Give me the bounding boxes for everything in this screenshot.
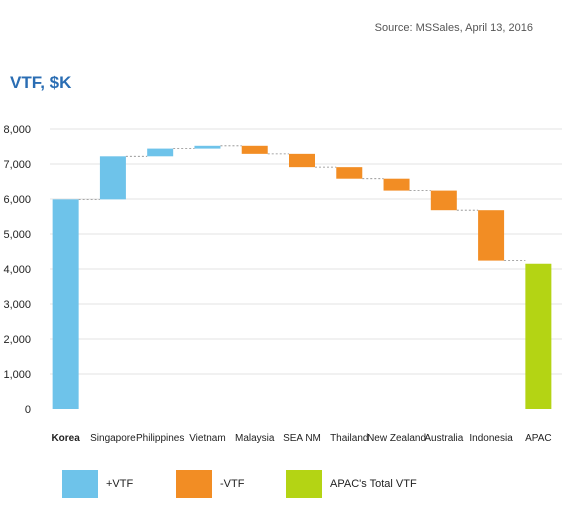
legend-item-decrease: -VTF: [176, 469, 244, 499]
x-tick-label: APAC: [525, 433, 552, 444]
x-tick-label: Indonesia: [469, 433, 513, 444]
x-tick-label: Vietnam: [189, 433, 226, 444]
y-tick-label: 3,000: [3, 299, 31, 311]
legend-item-total: APAC's Total VTF: [286, 469, 417, 499]
legend: +VTF -VTF APAC's Total VTF: [0, 469, 564, 499]
bar-vietnam: [194, 145, 221, 149]
y-tick-label: 8,000: [3, 124, 31, 136]
x-tick-label: Philippines: [136, 433, 184, 444]
waterfall-chart: 0 1,000 2,000 3,000 4,000 5,000 6,000 7,000 8,00…: [3, 124, 562, 444]
x-tick-label: Korea: [51, 433, 80, 444]
x-tick-label: Singapore: [90, 433, 136, 444]
bar-singapore: [99, 156, 126, 200]
bar-australia: [430, 190, 457, 211]
bar-korea: [52, 199, 79, 409]
y-tick-label: 7,000: [3, 159, 31, 171]
y-tick-label: 5,000: [3, 229, 31, 241]
x-tick-label: Thailand: [330, 433, 368, 444]
bar-malaysia: [241, 145, 268, 154]
y-tick-label: 4,000: [3, 264, 31, 276]
legend-swatch-decrease: [176, 470, 212, 498]
bar-apac: [525, 263, 552, 409]
y-tick-label: 0: [25, 404, 31, 416]
y-tick-label: 2,000: [3, 334, 31, 346]
legend-label-total: APAC's Total VTF: [330, 478, 417, 490]
x-tick-label: New Zealand: [367, 433, 426, 444]
bars: [52, 145, 552, 409]
bar-indonesia: [478, 210, 505, 261]
legend-item-increase: +VTF: [62, 469, 133, 499]
legend-label-decrease: -VTF: [220, 478, 245, 490]
x-tick-label: Malaysia: [235, 433, 275, 444]
bar-new-zealand: [383, 178, 410, 191]
bar-philippines: [147, 148, 174, 157]
bar-thailand: [336, 167, 363, 179]
x-tick-label: Australia: [424, 433, 463, 444]
y-tick-label: 1,000: [3, 369, 31, 381]
legend-swatch-total: [286, 470, 322, 498]
y-tick-label: 6,000: [3, 194, 31, 206]
x-axis-ticks: Korea Singapore Philippines Vietnam Malaysia…: [51, 433, 551, 444]
legend-label-increase: +VTF: [106, 478, 134, 490]
y-axis-ticks: 0 1,000 2,000 3,000 4,000 5,000 6,000 7,000 8,00…: [3, 124, 31, 416]
x-tick-label: SEA NM: [283, 433, 321, 444]
legend-swatch-increase: [62, 470, 98, 498]
bar-sea-nm: [289, 153, 315, 168]
